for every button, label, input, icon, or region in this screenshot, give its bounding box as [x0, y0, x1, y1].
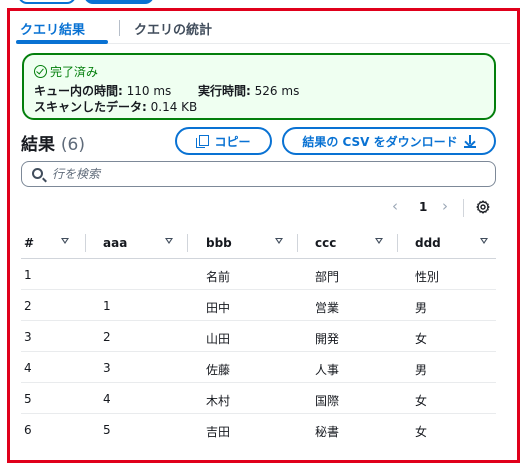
column-resizer[interactable] — [297, 234, 298, 252]
search-box — [21, 161, 496, 187]
search-icon — [32, 168, 43, 179]
status-panel: 完了済み キュー内の時間: 110 ms 実行時間: 526 ms スキャンした… — [22, 53, 496, 120]
table-row: 5 4 木村 国際 女 — [21, 383, 496, 414]
table-cell: 開発 — [315, 332, 340, 346]
table-cell: 女 — [415, 425, 428, 439]
download-button-label: 結果の CSV をダウンロード — [302, 134, 458, 149]
col-header-ccc[interactable]: ccc — [315, 236, 336, 250]
results-count: (6) — [60, 135, 86, 155]
table-cell: 吉田 — [206, 425, 231, 439]
table-cell: 5 — [103, 423, 111, 437]
table-cell: 1 — [24, 268, 32, 282]
clipped-button-1[interactable] — [18, 0, 76, 4]
copy-button-label: コピー — [214, 134, 251, 149]
table-cell: 3 — [103, 361, 111, 375]
download-csv-button[interactable]: 結果の CSV をダウンロード — [282, 127, 496, 155]
table-cell: 山田 — [206, 332, 231, 346]
top-clipped-strip — [0, 0, 526, 8]
queue-time-value: 110 ms — [126, 84, 172, 98]
table-cell: 男 — [415, 301, 428, 315]
table-row: 1 名前 部門 性別 — [21, 259, 496, 290]
copy-icon — [196, 135, 210, 148]
chevron-left-icon[interactable]: ‹ — [392, 197, 398, 219]
table-cell: 女 — [415, 394, 428, 408]
sort-icon[interactable] — [165, 238, 173, 244]
table-cell: 国際 — [315, 394, 340, 408]
pager-separator — [463, 199, 464, 217]
col-header-ddd[interactable]: ddd — [415, 236, 441, 250]
col-header-index[interactable]: # — [24, 236, 34, 250]
column-resizer[interactable] — [187, 234, 188, 252]
download-icon — [463, 134, 476, 148]
table-cell: 男 — [415, 363, 428, 377]
queue-time-label: キュー内の時間: — [34, 84, 123, 98]
table-cell: 佐藤 — [206, 363, 231, 377]
table-cell: 2 — [24, 299, 32, 313]
active-tab-indicator — [16, 40, 108, 44]
table-cell: 名前 — [206, 270, 231, 284]
table-cell: 秘書 — [315, 425, 340, 439]
table-row: 4 3 佐藤 人事 男 — [21, 352, 496, 383]
tab-separator — [119, 20, 120, 36]
search-input[interactable] — [52, 164, 482, 184]
column-resizer[interactable] — [85, 234, 86, 252]
column-resizer[interactable] — [397, 234, 398, 252]
exec-time-label: 実行時間: — [198, 84, 251, 98]
table-cell: 6 — [24, 423, 32, 437]
table-cell: 4 — [103, 392, 111, 406]
tab-query-results[interactable]: クエリ結果 — [20, 19, 85, 38]
chevron-right-icon[interactable]: › — [442, 197, 448, 219]
table-cell: 4 — [24, 361, 32, 375]
table-cell: 2 — [103, 330, 111, 344]
table-cell: 女 — [415, 332, 428, 346]
col-header-aaa[interactable]: aaa — [103, 236, 127, 250]
results-heading: 結果 (6) — [21, 130, 85, 155]
gear-icon[interactable] — [476, 200, 490, 214]
table-row: 2 1 田中 営業 男 — [21, 290, 496, 321]
status-label: 完了済み — [50, 65, 99, 79]
table-cell: 3 — [24, 330, 32, 344]
table-cell: 人事 — [315, 363, 340, 377]
check-circle-icon — [34, 65, 47, 78]
timing-line: キュー内の時間: 110 ms 実行時間: 526 ms — [34, 82, 299, 99]
table-cell: 5 — [24, 392, 32, 406]
exec-time-value: 526 ms — [254, 84, 300, 98]
sort-icon[interactable] — [480, 238, 488, 244]
table-row: 3 2 山田 開発 女 — [21, 321, 496, 352]
sort-icon[interactable] — [61, 238, 69, 244]
table-cell: 性別 — [415, 270, 440, 284]
clipped-button-2[interactable] — [84, 0, 154, 4]
col-header-bbb[interactable]: bbb — [206, 236, 232, 250]
scanned-value: 0.14 KB — [150, 100, 198, 114]
current-page[interactable]: 1 — [419, 200, 427, 222]
copy-button[interactable]: コピー — [175, 127, 272, 155]
sort-icon[interactable] — [275, 238, 283, 244]
table-cell: 田中 — [206, 301, 231, 315]
results-table: # aaa bbb ccc ddd 1 名前 部門 性別 2 1 田中 営業 男… — [21, 226, 496, 445]
table-cell: 部門 — [315, 270, 340, 284]
sort-icon[interactable] — [375, 238, 383, 244]
table-cell: 営業 — [315, 301, 340, 315]
table-cell: 木村 — [206, 394, 231, 408]
status-completed: 完了済み — [34, 63, 98, 80]
tab-query-stats[interactable]: クエリの統計 — [134, 19, 212, 38]
table-header: # aaa bbb ccc ddd — [21, 226, 496, 259]
tab-bar: クエリ結果 クエリの統計 — [16, 14, 510, 44]
table-row: 6 5 吉田 秘書 女 — [21, 414, 496, 445]
table-cell: 1 — [103, 299, 111, 313]
results-title: 結果 — [21, 135, 55, 155]
scanned-label: スキャンしたデータ: — [34, 100, 147, 114]
scanned-line: スキャンしたデータ: 0.14 KB — [34, 98, 197, 115]
